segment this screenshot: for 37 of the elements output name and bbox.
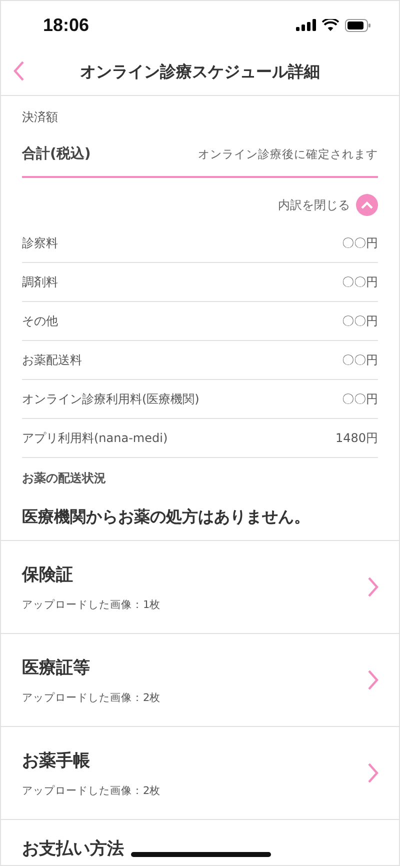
wifi-icon [322, 19, 339, 31]
fee-name: 調剤料 [22, 274, 58, 290]
chevron-right-icon [367, 762, 379, 784]
status-time: 18:06 [43, 14, 90, 36]
fee-name: アプリ利用料(nana-medi) [22, 430, 168, 446]
battery-icon [345, 18, 371, 32]
document-subtitle: アップロードした画像：1枚 [22, 598, 161, 612]
delivery-message: 医療機関からお薬の処方はありません。 [22, 506, 311, 528]
breakdown-toggle[interactable]: 内訳を閉じる [278, 194, 378, 216]
signal-icon [296, 19, 316, 31]
page-title: オンライン診療スケジュール詳細 [80, 62, 320, 82]
document-title: 医療証等 [22, 656, 91, 678]
document-item[interactable]: 医療証等 アップロードした画像：2枚 [1, 633, 399, 726]
fee-amount: 〇〇円 [342, 312, 378, 330]
section-label: お薬の配送状況 [22, 470, 107, 487]
fee-name: お薬配送料 [22, 352, 82, 368]
fee-amount: 〇〇円 [342, 234, 378, 252]
fee-amount: 〇〇円 [342, 274, 378, 290]
section-label: 決済額 [22, 109, 59, 126]
fee-amount: 〇〇円 [342, 352, 378, 368]
fee-name: 診察料 [22, 234, 58, 252]
document-subtitle: アップロードした画像：2枚 [22, 690, 161, 704]
total-value: オンライン診療後に確定されます [198, 146, 378, 162]
section-title: お支払い方法 [22, 839, 124, 859]
document-title: お薬手帳 [22, 750, 91, 772]
fee-amount: 〇〇円 [342, 390, 378, 408]
back-chevron-icon [13, 60, 25, 82]
fee-name: その他 [22, 312, 58, 330]
document-subtitle: アップロードした画像：2枚 [22, 784, 161, 798]
document-title: 保険証 [22, 564, 74, 586]
chevron-right-icon [367, 669, 379, 691]
document-item[interactable]: お薬手帳 アップロードした画像：2枚 [1, 726, 399, 819]
total-label: 合計(税込) [22, 145, 91, 163]
document-item[interactable]: 保険証 アップロードした画像：1枚 [1, 540, 399, 633]
fee-name: オンライン診療利用料(医療機関) [22, 390, 200, 408]
chevron-right-icon [367, 576, 379, 598]
fee-amount: 1480円 [335, 430, 378, 446]
